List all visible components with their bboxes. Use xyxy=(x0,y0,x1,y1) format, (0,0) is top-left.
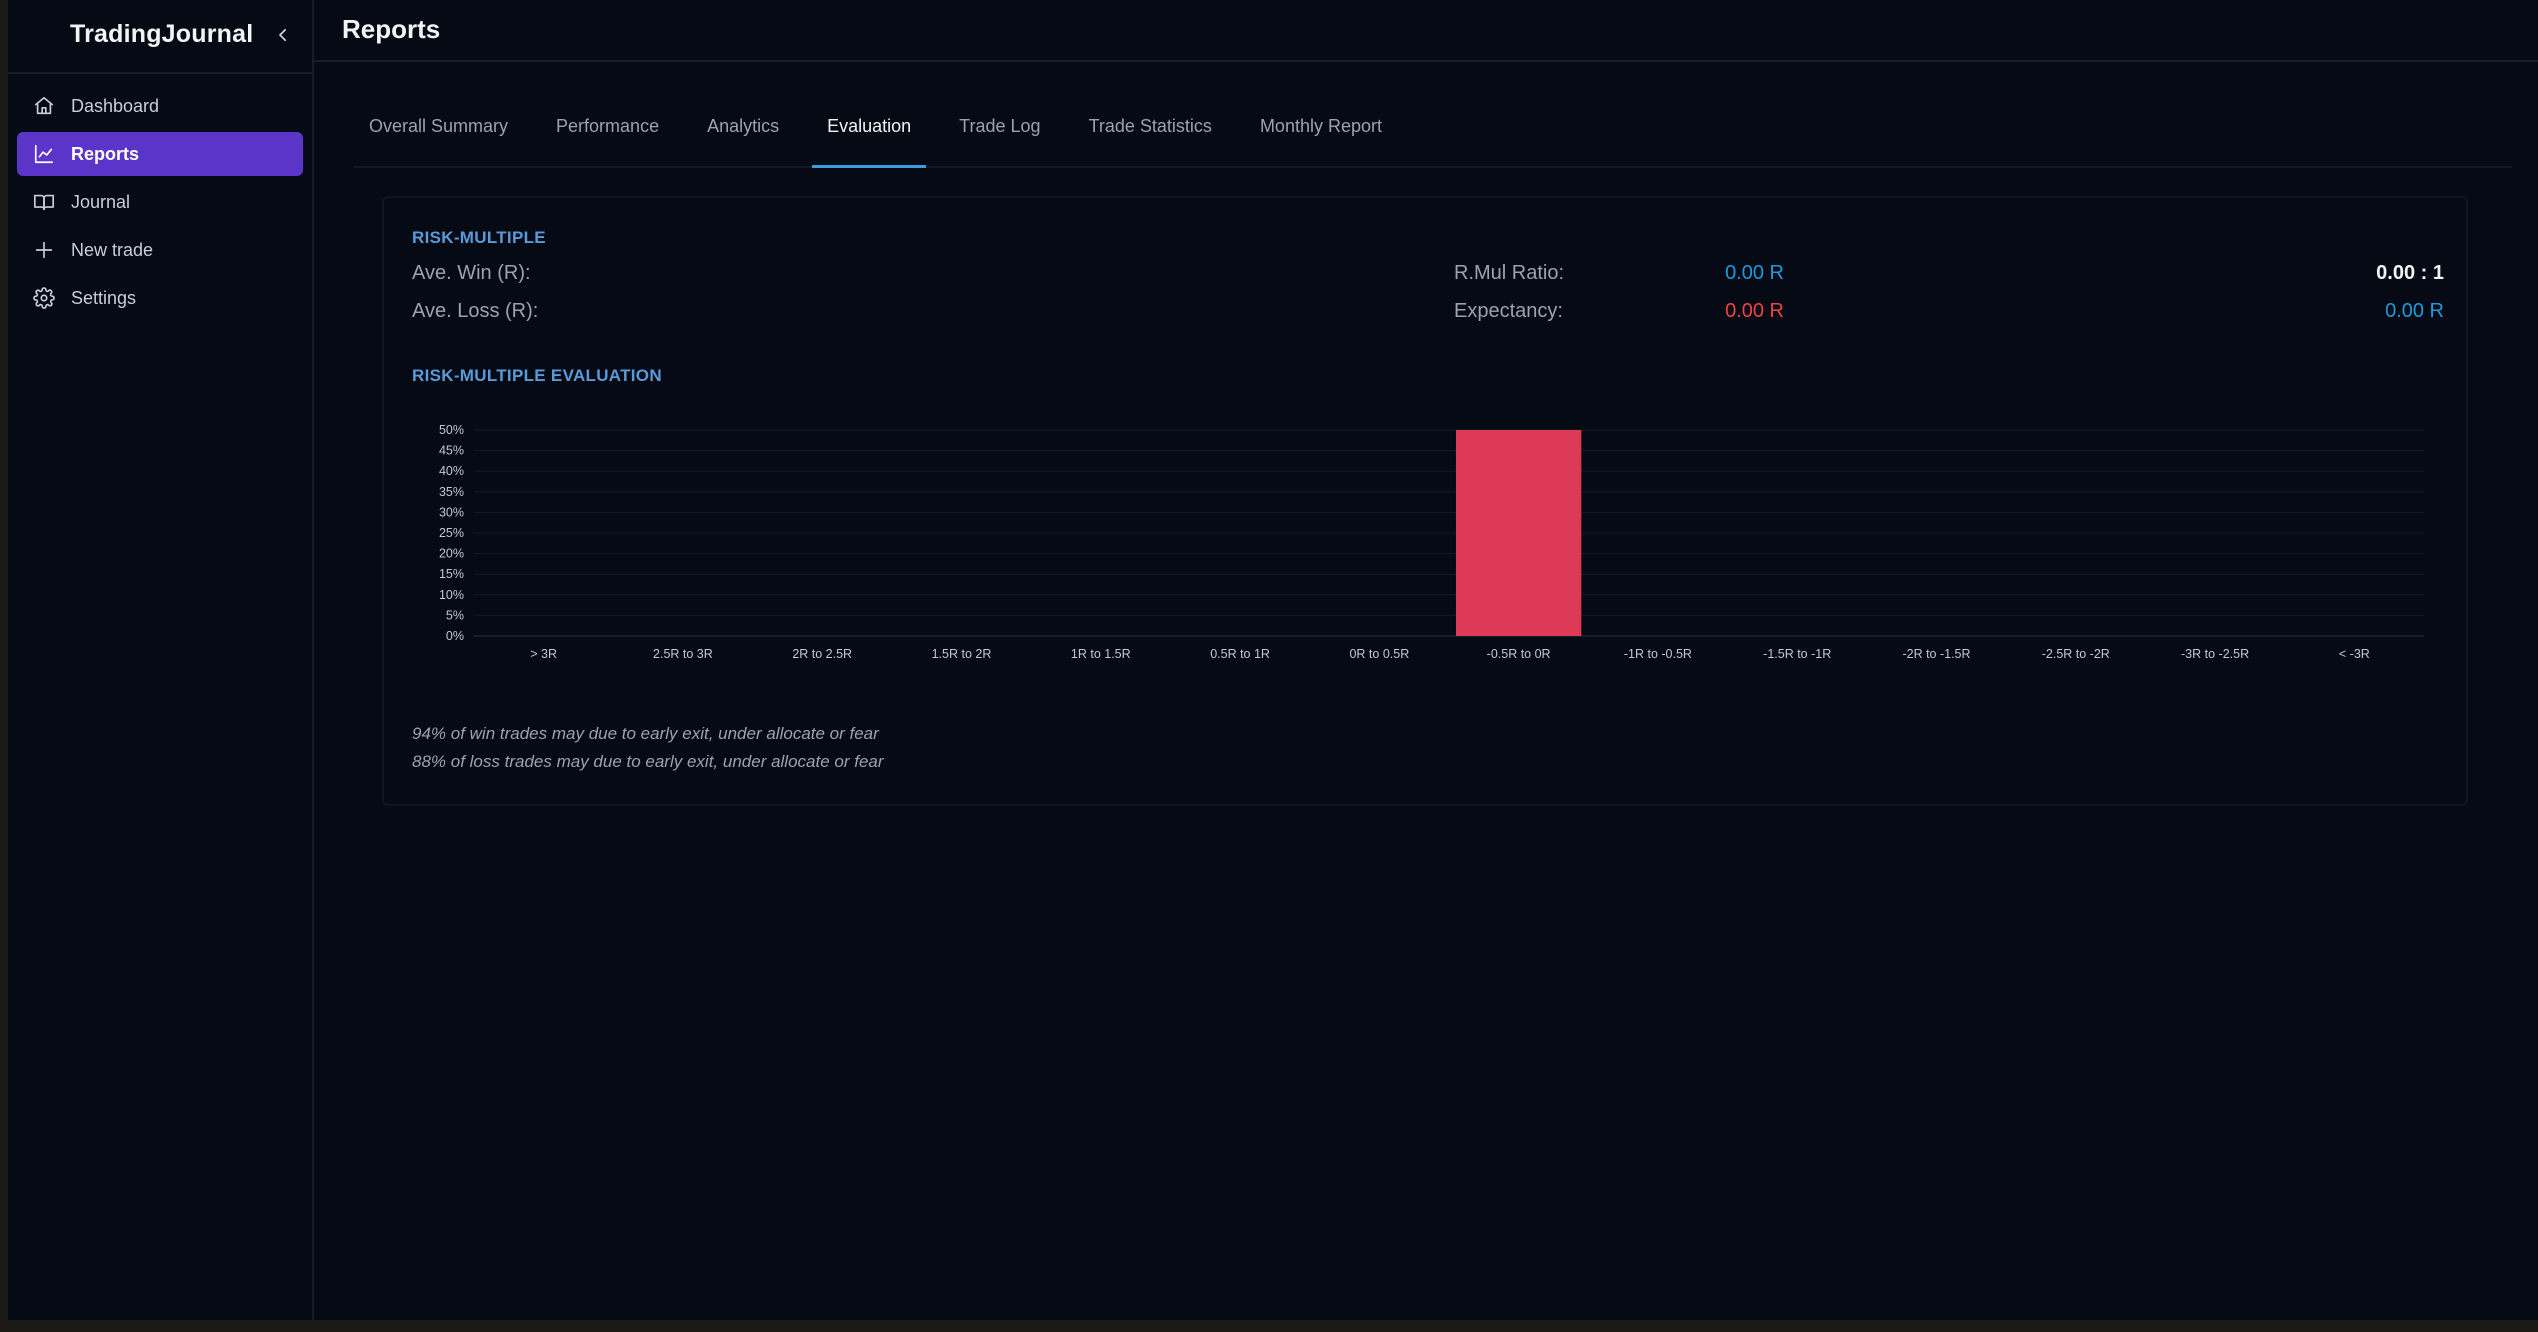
app-window: TradingJournal Dashboard Reports Journal… xyxy=(8,0,2538,1320)
x-tick-label: -3R to -2.5R xyxy=(2181,647,2249,661)
plus-icon xyxy=(33,239,55,261)
x-tick-label: 1.5R to 2R xyxy=(932,647,992,661)
x-tick-label: 0.5R to 1R xyxy=(1210,647,1270,661)
x-tick-label: > 3R xyxy=(530,647,557,661)
x-tick-label: -0.5R to 0R xyxy=(1487,647,1551,661)
tab-monthly-report[interactable]: Monthly Report xyxy=(1245,110,1397,168)
sidebar-nav: Dashboard Reports Journal New trade Sett… xyxy=(17,84,303,324)
risk-multiple-chart: 0% 5% 10% 15% 20% 25% 30% 35% 40% 45% 50% > 3R 2.5R … xyxy=(439,423,2424,661)
sidebar-item-label: New trade xyxy=(71,239,154,260)
sidebar-item-label: Reports xyxy=(71,143,140,164)
y-tick-label: 20% xyxy=(439,547,464,561)
x-tick-label: -1R to -0.5R xyxy=(1624,647,1692,661)
y-tick-label: 40% xyxy=(439,464,464,478)
x-tick-label: 2R to 2.5R xyxy=(792,647,852,661)
evaluation-card: RISK-MULTIPLE Ave. Win (R): 0.00 R R.Mul… xyxy=(382,196,2468,806)
tab-analytics[interactable]: Analytics xyxy=(692,110,794,168)
book-icon xyxy=(33,191,55,213)
x-tick-label: -1.5R to -1R xyxy=(1763,647,1831,661)
page-header: Reports xyxy=(314,0,2538,62)
y-tick-label: 45% xyxy=(439,444,464,458)
chart-line-icon xyxy=(33,143,55,165)
sidebar-item-label: Settings xyxy=(71,287,137,308)
sidebar-item-settings[interactable]: Settings xyxy=(17,276,303,320)
report-tabs: Overall Summary Performance Analytics Ev… xyxy=(354,110,2512,168)
bar xyxy=(1455,430,1582,636)
x-tick-label: 2.5R to 3R xyxy=(653,647,713,661)
x-tick-label: < -3R xyxy=(2339,647,2370,661)
x-tick-label: -2R to -1.5R xyxy=(1902,647,1970,661)
tab-performance[interactable]: Performance xyxy=(541,110,674,168)
y-tick-label: 15% xyxy=(439,567,464,581)
y-tick-label: 0% xyxy=(446,629,464,643)
chevron-left-icon xyxy=(279,28,287,42)
home-icon xyxy=(33,95,55,117)
tab-trade-statistics[interactable]: Trade Statistics xyxy=(1074,110,1227,168)
sidebar-item-new-trade[interactable]: New trade xyxy=(17,228,303,272)
loss-trades-note: 88% of loss trades may due to early exit… xyxy=(412,752,884,771)
collapse-sidebar-button[interactable] xyxy=(268,20,298,50)
tab-trade-log[interactable]: Trade Log xyxy=(944,110,1055,168)
tab-evaluation[interactable]: Evaluation xyxy=(812,110,927,168)
gear-icon xyxy=(33,287,55,309)
y-tick-label: 10% xyxy=(439,588,464,602)
tab-overall-summary[interactable]: Overall Summary xyxy=(354,110,523,168)
sidebar-item-journal[interactable]: Journal xyxy=(17,180,303,224)
win-trades-note: 94% of win trades may due to early exit,… xyxy=(412,724,879,743)
y-tick-label: 30% xyxy=(439,505,464,519)
y-tick-label: 5% xyxy=(446,608,464,622)
sidebar-item-dashboard[interactable]: Dashboard xyxy=(17,84,303,128)
sidebar-item-label: Journal xyxy=(71,191,131,212)
y-tick-label: 25% xyxy=(439,526,464,540)
sidebar: TradingJournal Dashboard Reports Journal… xyxy=(8,0,314,1320)
x-tick-label: 0R to 0.5R xyxy=(1349,647,1409,661)
y-tick-label: 35% xyxy=(439,485,464,499)
sidebar-item-reports[interactable]: Reports xyxy=(17,132,303,176)
brand-logo: TradingJournal xyxy=(70,20,254,48)
x-tick-label: 1R to 1.5R xyxy=(1071,647,1131,661)
page-title: Reports xyxy=(342,14,441,44)
y-tick-label: 50% xyxy=(439,423,464,437)
sidebar-item-label: Dashboard xyxy=(71,95,160,116)
sidebar-divider xyxy=(8,72,314,74)
x-tick-label: -2.5R to -2R xyxy=(2042,647,2110,661)
